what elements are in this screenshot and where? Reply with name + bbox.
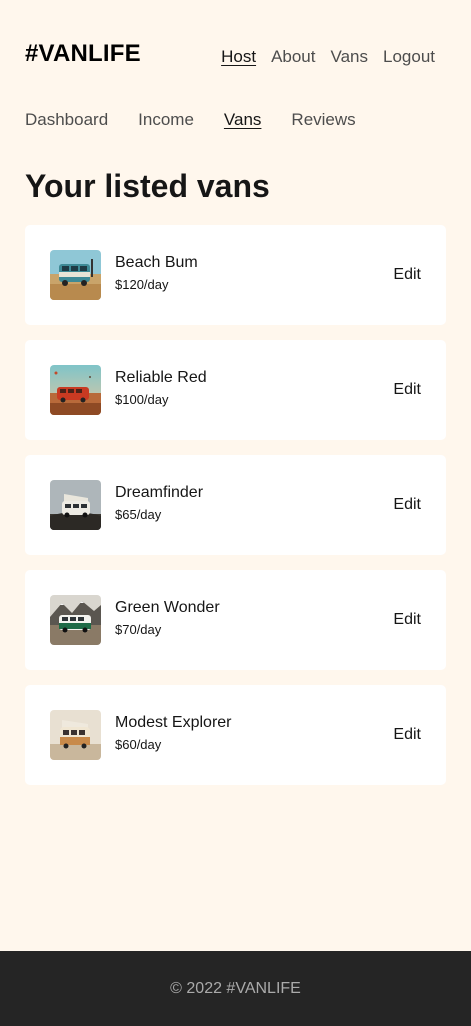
nav-link-logout[interactable]: Logout: [383, 47, 435, 67]
green-van-mountains-image: [50, 595, 101, 645]
van-price: $120/day: [115, 277, 169, 292]
host-nav-dashboard[interactable]: Dashboard: [25, 110, 108, 130]
van-name: Green Wonder: [115, 599, 220, 616]
van-card-reliable-red[interactable]: Reliable Red $100/day Edit: [25, 340, 446, 440]
nav-link-vans[interactable]: Vans: [331, 47, 369, 67]
site-logo[interactable]: #VANLIFE: [25, 40, 141, 68]
van-card-dreamfinder[interactable]: Dreamfinder $65/day Edit: [25, 455, 446, 555]
van-price: $60/day: [115, 737, 162, 752]
edit-button[interactable]: Edit: [393, 611, 421, 629]
host-nav-income[interactable]: Income: [138, 110, 194, 130]
edit-button[interactable]: Edit: [393, 266, 421, 284]
edit-button[interactable]: Edit: [393, 496, 421, 514]
footer-copyright: © 2022 #VANLIFE: [170, 979, 301, 997]
main-nav: Host About Vans Logout: [221, 47, 435, 67]
red-van-field-image: [50, 365, 101, 415]
van-name: Modest Explorer: [115, 714, 232, 731]
site-footer: © 2022 #VANLIFE: [0, 951, 471, 1026]
van-thumbnail: [50, 710, 101, 760]
van-thumbnail: [50, 480, 101, 530]
van-card-green-wonder[interactable]: Green Wonder $70/day Edit: [25, 570, 446, 670]
host-nav-reviews[interactable]: Reviews: [291, 110, 355, 130]
site-header: #VANLIFE Host About Vans Logout: [0, 0, 471, 110]
van-name: Beach Bum: [115, 254, 198, 271]
van-name: Dreamfinder: [115, 484, 204, 501]
van-price: $70/day: [115, 622, 162, 637]
van-thumbnail: [50, 250, 101, 300]
van-card-beach-bum[interactable]: Beach Bum $120/day Edit: [25, 225, 446, 325]
teal-van-beach-image: [50, 250, 101, 300]
nav-link-host[interactable]: Host: [221, 47, 256, 67]
edit-button[interactable]: Edit: [393, 726, 421, 744]
nav-link-about[interactable]: About: [271, 47, 315, 67]
host-nav-vans[interactable]: Vans: [224, 110, 262, 130]
van-name: Reliable Red: [115, 369, 207, 386]
van-thumbnail: [50, 595, 101, 645]
cream-van-desert-image: [50, 710, 101, 760]
van-price: $65/day: [115, 507, 162, 522]
van-thumbnail: [50, 365, 101, 415]
white-van-hill-image: [50, 480, 101, 530]
page-title: Your listed vans: [25, 168, 270, 204]
van-list: Beach Bum $120/day Edit Reliable Red $10…: [25, 225, 446, 785]
van-price: $100/day: [115, 392, 169, 407]
edit-button[interactable]: Edit: [393, 381, 421, 399]
van-card-modest-explorer[interactable]: Modest Explorer $60/day Edit: [25, 685, 446, 785]
host-nav: Dashboard Income Vans Reviews: [25, 110, 356, 130]
